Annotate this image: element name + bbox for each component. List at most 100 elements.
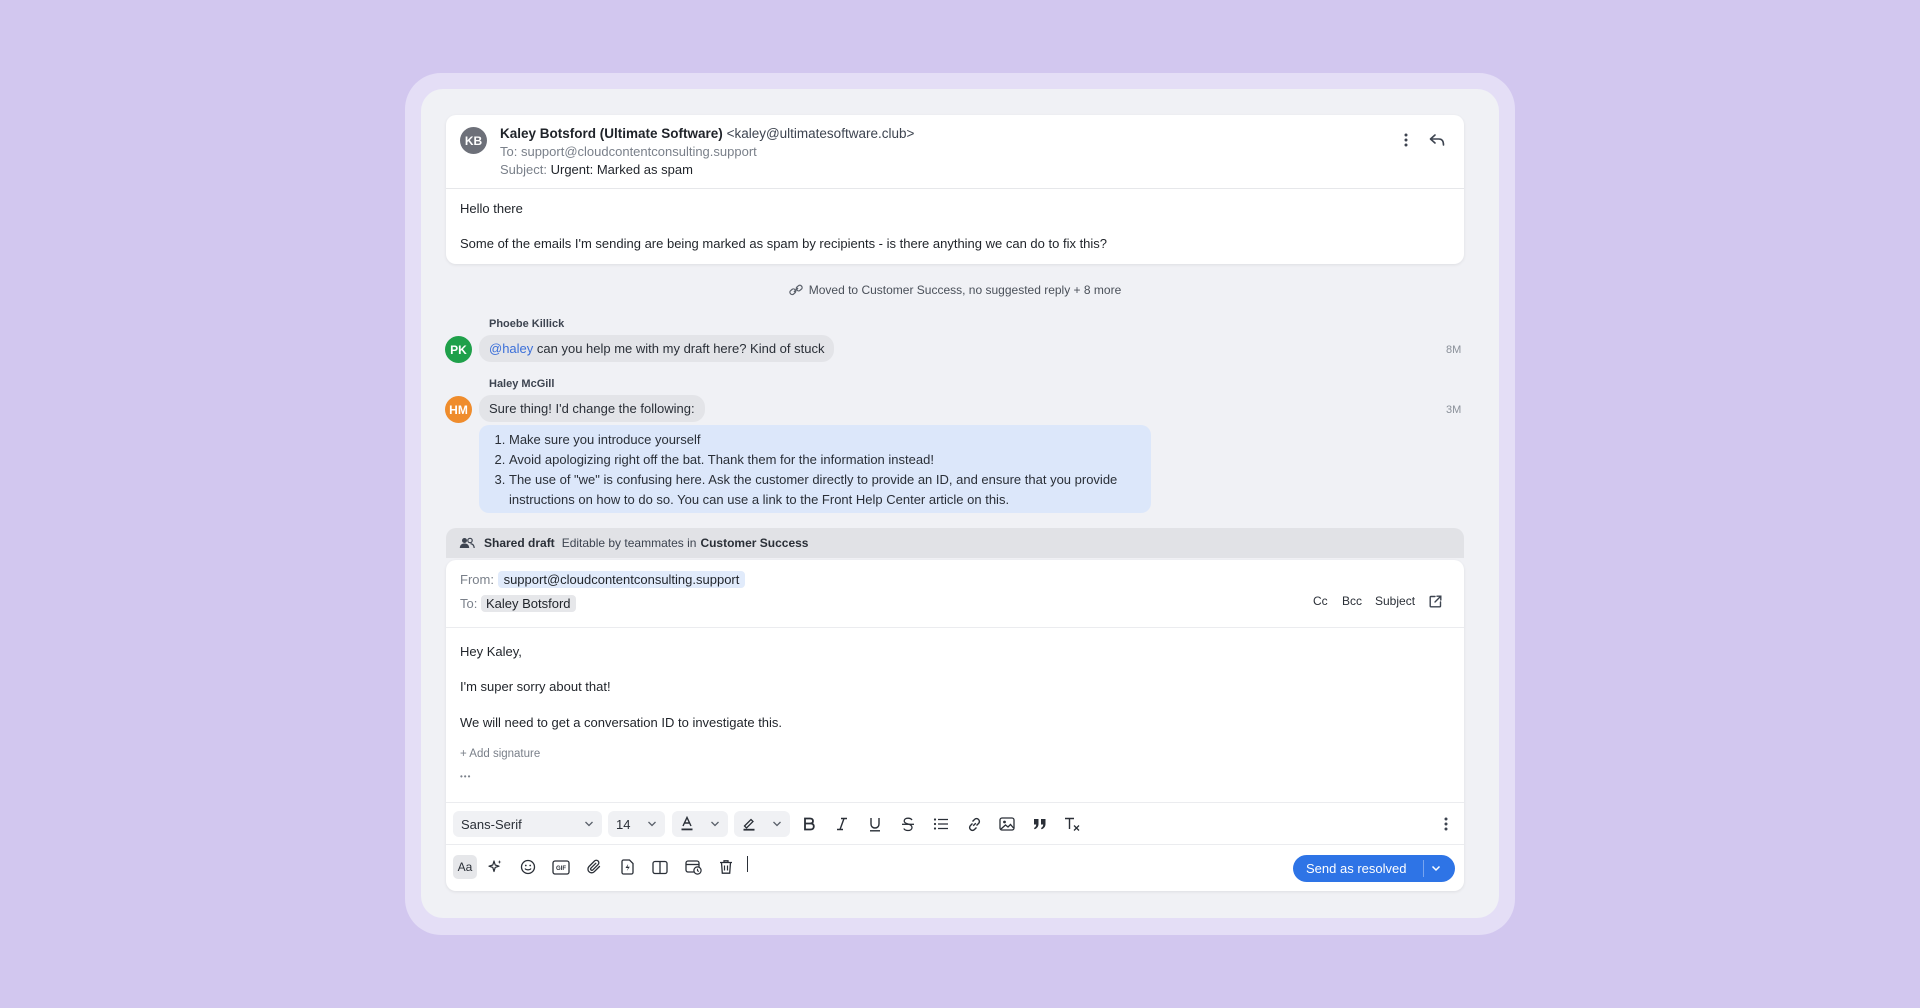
subject-value: Urgent: Marked as spam — [550, 162, 693, 177]
comment-author: Phoebe Killick — [489, 318, 565, 330]
ai-sparkle-icon[interactable] — [484, 856, 506, 878]
list-item-continuation: instructions on how to do so. You can us… — [509, 492, 1010, 507]
commenter-avatar: PK — [445, 336, 472, 363]
to-line: To: support@cloudcontentconsulting.suppo… — [500, 144, 757, 159]
chevron-down-icon — [711, 821, 719, 827]
activity-summary[interactable]: Moved to Customer Success, no suggested … — [446, 283, 1464, 297]
sender-email: <kaley@ultimatesoftware.club> — [726, 126, 915, 141]
font-family-select[interactable]: Sans-Serif — [453, 811, 602, 837]
shared-draft-bar: Shared draft Editable by teammates in Cu… — [446, 528, 1464, 558]
chevron-down-icon — [585, 821, 593, 827]
to-label: To: — [460, 596, 478, 611]
bold-icon[interactable] — [798, 813, 820, 835]
chevron-down-icon — [773, 821, 781, 827]
comment-bubble: @haley can you help me with my draft her… — [479, 335, 835, 362]
from-address-chip[interactable]: support@cloudcontentconsulting.support — [497, 571, 746, 588]
image-icon[interactable] — [996, 813, 1018, 835]
comment-time: 8M — [1446, 344, 1462, 356]
list-item: The use of "we" is confusing here. Ask t… — [509, 470, 1151, 490]
shared-draft-editable: Editable by teammates in — [561, 536, 697, 550]
sender-avatar: KB — [460, 127, 487, 154]
quote-icon[interactable] — [1029, 813, 1051, 835]
underline-icon[interactable] — [864, 813, 886, 835]
draft-body-line[interactable]: I'm super sorry about that! — [460, 679, 611, 694]
shared-draft-label: Shared draft — [484, 536, 555, 550]
commenter-initials: PK — [450, 342, 467, 357]
comment-bubble: Sure thing! I'd change the following: — [479, 395, 705, 422]
text-color-icon — [681, 816, 693, 831]
mention-link[interactable]: @haley — [489, 341, 533, 356]
comment-list-bubble: Make sure you introduce yourself Avoid a… — [479, 425, 1151, 513]
comment-text: Sure thing! I'd change the following: — [489, 401, 695, 416]
highlight-color-select[interactable] — [734, 811, 790, 837]
send-button-divider — [1423, 860, 1424, 877]
clear-formatting-icon[interactable] — [1062, 813, 1084, 835]
send-button-label: Send as resolved — [1306, 861, 1407, 876]
to-value: support@cloudcontentconsulting.support — [520, 144, 757, 159]
popout-icon[interactable] — [1426, 592, 1444, 610]
commenter-avatar: HM — [445, 396, 472, 423]
attachment-icon[interactable] — [583, 856, 605, 878]
font-family-value: Sans-Serif — [461, 816, 522, 832]
team-icon — [459, 537, 475, 549]
link-icon[interactable] — [963, 813, 985, 835]
message-body: Some of the emails I'm sending are being… — [460, 236, 1108, 251]
toolbar-top-divider — [446, 802, 1464, 803]
message-greeting: Hello there — [460, 201, 523, 216]
message-card: KB Kaley Botsford (Ultimate Software) <k… — [446, 115, 1464, 264]
strikethrough-icon[interactable] — [897, 813, 919, 835]
message-template-icon[interactable] — [616, 856, 638, 878]
text-color-select[interactable] — [672, 811, 728, 837]
recipient-chip[interactable]: Kaley Botsford — [480, 595, 576, 612]
link-icon — [789, 284, 803, 296]
comment-author: Haley McGill — [489, 378, 555, 390]
from-line: From: support@cloudcontentconsulting.sup… — [460, 571, 746, 588]
emoji-icon[interactable] — [517, 856, 539, 878]
comment-text: can you help me with my draft here? Kind… — [533, 341, 825, 356]
reply-icon[interactable] — [1426, 130, 1448, 150]
show-trimmed-button[interactable]: ••• — [460, 772, 471, 781]
plus-icon: + — [460, 748, 467, 760]
chevron-down-icon — [648, 821, 656, 827]
split-view-icon[interactable] — [649, 856, 671, 878]
toolbar-bottom-divider — [446, 844, 1464, 845]
schedule-send-icon[interactable] — [682, 856, 704, 878]
add-signature-button[interactable]: + Add signature — [460, 748, 540, 760]
draft-body-line[interactable]: We will need to get a conversation ID to… — [460, 715, 782, 730]
text-format-toggle-icon[interactable]: Aa — [453, 855, 477, 879]
to-line: To: Kaley Botsford — [460, 595, 576, 612]
activity-text: Moved to Customer Success, no suggested … — [808, 283, 1122, 297]
text-cursor — [747, 856, 748, 872]
from-label: From: — [460, 572, 494, 587]
font-size-value: 14 — [616, 816, 631, 832]
subject-line: Subject: Urgent: Marked as spam — [500, 162, 693, 177]
subject-button[interactable]: Subject — [1375, 594, 1415, 608]
more-options-icon[interactable] — [1396, 130, 1416, 150]
comment-time: 3M — [1446, 404, 1462, 416]
draft-composer: From: support@cloudcontentconsulting.sup… — [446, 560, 1464, 891]
toolbar-more-icon[interactable] — [1435, 813, 1457, 835]
header-divider — [446, 188, 1464, 189]
list-item: Avoid apologizing right off the bat. Tha… — [509, 450, 1151, 470]
sender-avatar-initials: KB — [464, 133, 483, 148]
font-size-select[interactable]: 14 — [608, 811, 665, 837]
bcc-button[interactable]: Bcc — [1342, 594, 1362, 608]
add-signature-label: Add signature — [469, 748, 541, 760]
commenter-initials: HM — [449, 402, 468, 417]
chevron-down-icon[interactable] — [1429, 861, 1443, 875]
trash-icon[interactable] — [715, 856, 737, 878]
italic-icon[interactable] — [831, 813, 853, 835]
subject-label: Subject: — [500, 162, 547, 177]
draft-header-divider — [446, 627, 1464, 628]
draft-body-line[interactable]: Hey Kaley, — [460, 644, 522, 659]
bulleted-list-icon[interactable] — [930, 813, 952, 835]
cc-button[interactable]: Cc — [1313, 594, 1328, 608]
sender-name[interactable]: Kaley Botsford (Ultimate Software) — [500, 126, 723, 141]
svg-text:GIF: GIF — [556, 866, 566, 872]
sender-line: Kaley Botsford (Ultimate Software) <kale… — [500, 126, 914, 141]
send-as-resolved-button[interactable]: Send as resolved — [1293, 855, 1455, 882]
highlighter-icon — [743, 818, 755, 831]
to-label: To: — [500, 144, 518, 159]
gif-icon[interactable]: GIF — [550, 856, 572, 878]
shared-draft-team: Customer Success — [700, 536, 809, 550]
